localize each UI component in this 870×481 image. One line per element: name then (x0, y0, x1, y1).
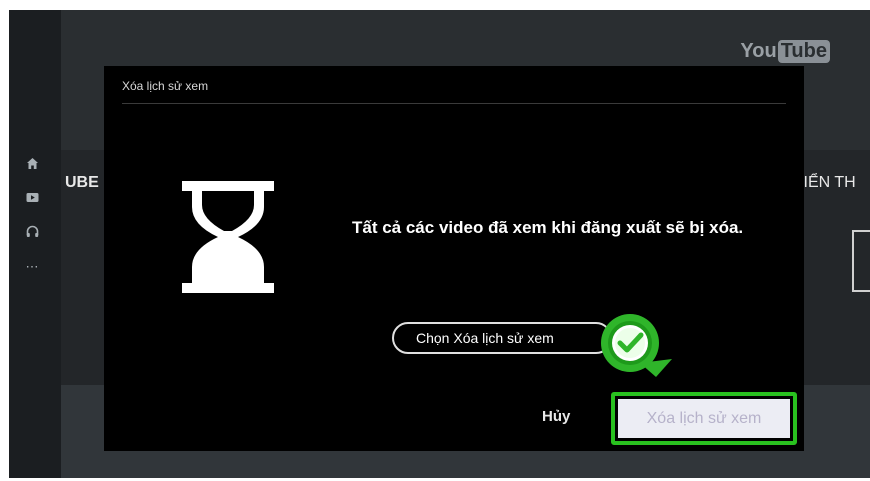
youtube-logo: You Tube (740, 40, 830, 63)
headphones-icon[interactable] (25, 224, 39, 238)
more-icon[interactable]: ⋯ (25, 259, 39, 274)
cancel-button[interactable]: Hủy (542, 408, 570, 425)
hourglass-icon (182, 181, 274, 293)
instruction-callout: Chọn Xóa lịch sử xem (392, 322, 612, 354)
dialog-message: Tất cả các video đã xem khi đăng xuất sẽ… (352, 218, 744, 237)
dialog-title: Xóa lịch sử xem (122, 79, 209, 93)
home-icon[interactable] (25, 156, 39, 170)
logo-you: You (740, 40, 777, 62)
check-icon (600, 311, 676, 377)
shelf-title-left: UBE (65, 174, 99, 191)
clear-history-dialog: Xóa lịch sử xem Tất cả các video đã xem … (104, 66, 804, 451)
left-navigation-rail: ⋯ (9, 10, 61, 478)
subscriptions-icon[interactable] (25, 190, 39, 204)
confirm-highlight: Xóa lịch sử xem (611, 392, 797, 445)
logo-tube: Tube (777, 40, 830, 63)
shelf-tile[interactable] (852, 230, 870, 292)
clear-history-button[interactable]: Xóa lịch sử xem (618, 399, 790, 438)
tv-screen: ⋯ You Tube UBE HIỂN TH Xóa lịch sử xem T… (9, 10, 870, 478)
dialog-divider (122, 103, 786, 104)
